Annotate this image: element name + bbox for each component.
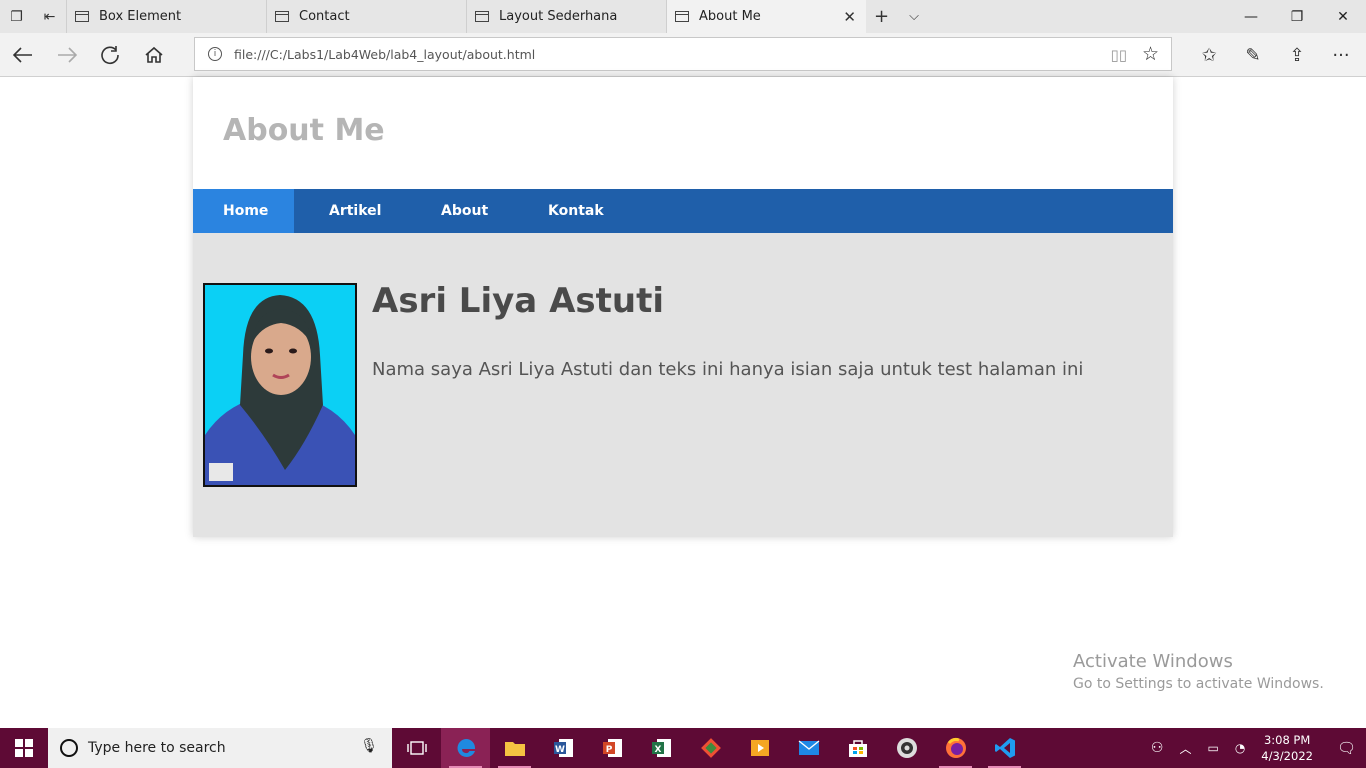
url-text[interactable]: file:///C:/Labs1/Lab4Web/lab4_layout/abo… bbox=[234, 47, 535, 62]
page-icon bbox=[675, 11, 689, 22]
chevron-down-icon[interactable]: ⌵ bbox=[909, 9, 919, 24]
address-toolbar: i file:///C:/Labs1/Lab4Web/lab4_layout/a… bbox=[0, 33, 1366, 77]
cortana-icon bbox=[60, 739, 78, 757]
page-icon bbox=[275, 11, 289, 22]
word-icon[interactable]: W bbox=[539, 728, 588, 768]
tab-about-me[interactable]: About Me ✕ bbox=[666, 0, 866, 33]
watermark-subtitle: Go to Settings to activate Windows. bbox=[1073, 676, 1324, 692]
main-nav: Home Artikel About Kontak bbox=[193, 189, 1173, 233]
media-player-icon[interactable] bbox=[735, 728, 784, 768]
back-arrow-icon[interactable] bbox=[8, 41, 38, 69]
restore-icon[interactable]: ❐ bbox=[1274, 0, 1320, 33]
excel-icon[interactable]: X bbox=[637, 728, 686, 768]
nav-kontak[interactable]: Kontak bbox=[516, 189, 634, 233]
tab-list-icon[interactable]: ❐ bbox=[0, 0, 33, 33]
tab-box-element[interactable]: Box Element bbox=[66, 0, 266, 33]
obs-icon[interactable] bbox=[882, 728, 931, 768]
watermark-title: Activate Windows bbox=[1073, 651, 1233, 672]
nav-artikel[interactable]: Artikel bbox=[294, 189, 410, 233]
tab-contact[interactable]: Contact bbox=[266, 0, 466, 33]
svg-text:P: P bbox=[605, 745, 612, 755]
close-tab-icon[interactable]: ✕ bbox=[843, 8, 856, 26]
favorite-star-icon[interactable]: ☆ bbox=[1142, 43, 1159, 65]
tab-title: About Me bbox=[699, 9, 761, 24]
git-icon[interactable] bbox=[686, 728, 735, 768]
more-icon[interactable]: ··· bbox=[1326, 41, 1356, 69]
info-icon[interactable]: i bbox=[208, 47, 222, 61]
firefox-icon[interactable] bbox=[931, 728, 980, 768]
system-tray: ⚇ ︿ ▭ ◔ 3:08 PM 4/3/2022 🗨 bbox=[1151, 732, 1366, 764]
close-window-icon[interactable]: ✕ bbox=[1320, 0, 1366, 33]
edge-icon[interactable] bbox=[441, 728, 490, 768]
clock[interactable]: 3:08 PM 4/3/2022 bbox=[1261, 732, 1313, 764]
page-icon bbox=[75, 11, 89, 22]
address-field[interactable]: i file:///C:/Labs1/Lab4Web/lab4_layout/a… bbox=[194, 37, 1172, 71]
svg-text:W: W bbox=[555, 745, 565, 755]
wifi-icon[interactable]: ◔ bbox=[1235, 741, 1245, 755]
chevron-up-icon[interactable]: ︿ bbox=[1179, 740, 1191, 757]
pen-icon[interactable]: ✎ bbox=[1238, 41, 1268, 69]
nav-home[interactable]: Home bbox=[193, 189, 294, 233]
vscode-icon[interactable] bbox=[980, 728, 1029, 768]
activate-windows-watermark: Activate Windows Go to Settings to activ… bbox=[1073, 651, 1324, 692]
forward-arrow-icon[interactable] bbox=[52, 41, 82, 69]
clock-time: 3:08 PM bbox=[1263, 733, 1311, 747]
minimize-icon[interactable]: — bbox=[1228, 0, 1274, 33]
task-view-icon[interactable] bbox=[392, 728, 441, 768]
battery-icon[interactable]: ▭ bbox=[1207, 741, 1218, 755]
taskbar-search[interactable]: Type here to search 🎙 bbox=[48, 728, 392, 768]
microphone-icon[interactable]: 🎙 bbox=[360, 738, 378, 754]
svg-text:X: X bbox=[654, 745, 661, 755]
reading-view-icon[interactable]: ▯▯ bbox=[1110, 46, 1127, 64]
search-placeholder[interactable]: Type here to search bbox=[88, 740, 226, 756]
profile-description: Nama saya Asri Liya Astuti dan teks ini … bbox=[372, 359, 1084, 380]
profile-photo bbox=[203, 283, 357, 487]
home-icon[interactable] bbox=[139, 41, 169, 69]
tab-layout-sederhana[interactable]: Layout Sederhana bbox=[466, 0, 666, 33]
set-aside-tabs-icon[interactable]: ⇤ bbox=[33, 0, 66, 33]
page-viewport: About Me Home Artikel About Kontak Asri … bbox=[0, 77, 1366, 728]
clock-date: 4/3/2022 bbox=[1261, 749, 1313, 763]
tab-title: Layout Sederhana bbox=[499, 9, 618, 24]
favorites-icon[interactable]: ✩ bbox=[1194, 41, 1224, 69]
refresh-icon[interactable] bbox=[95, 41, 125, 69]
share-icon[interactable]: ⇪ bbox=[1282, 41, 1312, 69]
windows-start-icon[interactable] bbox=[0, 728, 48, 768]
taskbar: Type here to search 🎙 W P X ⚇ ︿ ▭ ◔ 3:08… bbox=[0, 728, 1366, 768]
new-tab-icon[interactable]: + bbox=[874, 6, 889, 27]
mail-icon[interactable] bbox=[784, 728, 833, 768]
tab-title: Contact bbox=[299, 9, 350, 24]
nav-about[interactable]: About bbox=[410, 189, 516, 233]
profile-name: Asri Liya Astuti bbox=[372, 281, 664, 321]
page-container: About Me Home Artikel About Kontak Asri … bbox=[193, 77, 1173, 537]
store-icon[interactable] bbox=[833, 728, 882, 768]
page-icon bbox=[475, 11, 489, 22]
tab-title: Box Element bbox=[99, 9, 182, 24]
file-explorer-icon[interactable] bbox=[490, 728, 539, 768]
site-title: About Me bbox=[223, 113, 385, 148]
browser-tab-bar: ❐ ⇤ Box Element Contact Layout Sederhana… bbox=[0, 0, 1366, 33]
site-header: About Me bbox=[193, 77, 1173, 189]
powerpoint-icon[interactable]: P bbox=[588, 728, 637, 768]
notifications-icon[interactable]: 🗨 bbox=[1337, 739, 1356, 757]
people-icon[interactable]: ⚇ bbox=[1151, 740, 1164, 756]
